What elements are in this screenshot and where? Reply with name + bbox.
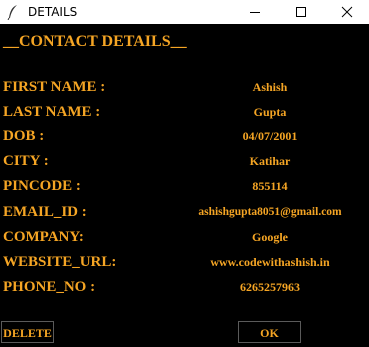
details-window: DETAILS __CONTACT DETAILS__ FIRST NAME :… (0, 0, 369, 347)
value-phone: 6265257963 (240, 280, 300, 294)
value-dob: 04/07/2001 (242, 129, 298, 143)
value-website: www.codewithashish.in (210, 255, 330, 269)
value-email: ashishgupta8051@gmail.com (198, 206, 342, 218)
value-company: Google (252, 230, 288, 244)
label-pincode: PINCODE : (3, 178, 81, 194)
label-first-name: FIRST NAME : (3, 79, 106, 95)
delete-button[interactable]: DELETE (1, 321, 54, 343)
ok-button[interactable]: OK (238, 321, 301, 343)
label-dob: DOB : (3, 128, 45, 144)
value-pincode: 855114 (252, 179, 288, 193)
details-panel: __CONTACT DETAILS__ FIRST NAME : Ashish … (0, 24, 369, 347)
close-button[interactable] (324, 0, 369, 24)
value-first-name: Ashish (252, 80, 288, 94)
feather-icon (7, 4, 19, 21)
label-company: COMPANY: (3, 229, 84, 245)
minimize-icon (250, 12, 260, 13)
label-last-name: LAST NAME : (3, 104, 101, 120)
label-phone: PHONE_NO : (3, 279, 96, 295)
minimize-button[interactable] (232, 0, 278, 24)
title-bar[interactable]: DETAILS (0, 0, 369, 24)
label-city: CITY : (3, 153, 49, 169)
maximize-button[interactable] (278, 0, 324, 24)
close-icon (341, 6, 353, 18)
label-website: WEBSITE_URL: (3, 254, 117, 270)
maximize-icon (296, 7, 306, 17)
window-title: DETAILS (28, 5, 78, 19)
value-city: Katihar (249, 154, 291, 168)
page-title: __CONTACT DETAILS__ (3, 33, 187, 50)
label-email: EMAIL_ID : (3, 204, 87, 220)
value-last-name: Gupta (253, 105, 287, 119)
